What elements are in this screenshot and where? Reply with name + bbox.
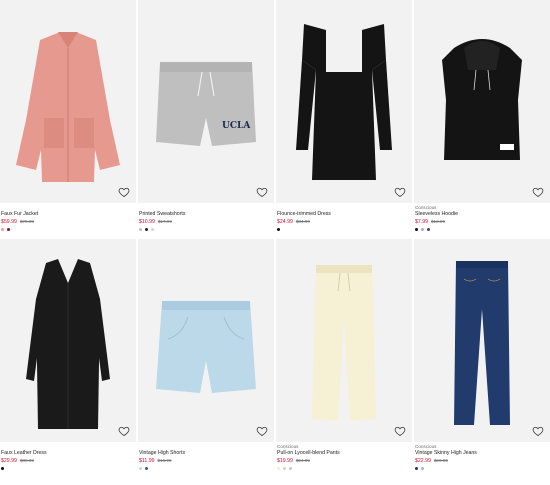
- color-swatch[interactable]: [139, 467, 142, 470]
- sale-price: $10.99: [139, 219, 155, 225]
- product-card[interactable]: Faux Fur Jacket $59.99 $79.99: [0, 0, 136, 238]
- heart-outline-icon[interactable]: [394, 186, 406, 198]
- original-price: $17.99: [157, 219, 172, 224]
- heart-outline-icon[interactable]: [256, 425, 268, 437]
- product-image-printed-sweatshorts[interactable]: UCLA: [138, 0, 274, 203]
- product-card[interactable]: Conscious Pull-on Lyocell-blend Pants $1…: [276, 239, 412, 477]
- color-swatch[interactable]: [415, 467, 418, 470]
- heart-outline-icon[interactable]: [394, 425, 406, 437]
- color-swatch[interactable]: [277, 228, 280, 231]
- color-swatches: [1, 228, 133, 232]
- product-card[interactable]: Conscious Vintage Skinny High Jeans $22.…: [414, 239, 550, 477]
- original-price: $34.99: [295, 219, 310, 224]
- color-swatches: [277, 467, 409, 471]
- product-title[interactable]: Faux Fur Jacket: [1, 211, 133, 218]
- color-swatch[interactable]: [1, 467, 4, 470]
- color-swatches: [277, 228, 409, 232]
- sale-price: $11.99: [139, 458, 155, 464]
- color-swatch[interactable]: [421, 228, 424, 231]
- color-swatch[interactable]: [7, 228, 10, 231]
- product-image-faux-fur-jacket[interactable]: [0, 0, 136, 203]
- color-swatch[interactable]: [289, 467, 292, 470]
- product-title[interactable]: Printed Sweatshorts: [139, 211, 271, 218]
- color-swatch[interactable]: [283, 467, 286, 470]
- product-image-vintage-high-shorts[interactable]: [138, 239, 274, 442]
- heart-outline-icon[interactable]: [118, 186, 130, 198]
- product-card[interactable]: Faux Leather Dress $29.99 $39.99: [0, 239, 136, 477]
- heart-outline-icon[interactable]: [118, 425, 130, 437]
- original-price: $16.99: [157, 458, 172, 463]
- heart-outline-icon[interactable]: [256, 186, 268, 198]
- color-swatch[interactable]: [151, 228, 154, 231]
- color-swatches: [139, 228, 271, 232]
- product-title[interactable]: Vintage Skinny High Jeans: [415, 450, 547, 457]
- sale-price: $7.99: [415, 219, 428, 225]
- color-swatch[interactable]: [145, 228, 148, 231]
- heart-outline-icon[interactable]: [532, 186, 544, 198]
- heart-outline-icon[interactable]: [532, 425, 544, 437]
- product-title[interactable]: Sleeveless Hoodie: [415, 211, 547, 218]
- original-price: $24.99: [295, 458, 310, 463]
- color-swatch[interactable]: [277, 467, 280, 470]
- sale-price: $24.99: [277, 219, 293, 225]
- product-card[interactable]: Conscious Sleeveless Hoodie $7.99 $12.99: [414, 0, 550, 238]
- product-image-faux-leather-dress[interactable]: [0, 239, 136, 442]
- original-price: $12.99: [430, 219, 446, 224]
- sale-price: $59.99: [1, 219, 17, 225]
- original-price: $79.99: [19, 219, 34, 224]
- product-title[interactable]: Vintage High Shorts: [139, 450, 271, 457]
- color-swatches: [139, 467, 271, 471]
- color-swatch[interactable]: [415, 228, 418, 231]
- original-price: $29.99: [433, 458, 448, 463]
- product-card[interactable]: Vintage High Shorts $11.99 $16.99: [138, 239, 274, 477]
- sale-price: $29.99: [1, 458, 17, 464]
- product-title[interactable]: Faux Leather Dress: [1, 450, 133, 457]
- product-image-sleeveless-hoodie[interactable]: [414, 0, 550, 203]
- product-image-flounce-trimmed-dress[interactable]: [276, 0, 412, 203]
- color-swatches: [415, 228, 547, 232]
- product-image-vintage-skinny-high-jeans[interactable]: [414, 239, 550, 442]
- product-image-pull-on-lyocell-blend-pants[interactable]: [276, 239, 412, 442]
- sale-price: $19.99: [277, 458, 293, 464]
- product-grid: Faux Fur Jacket $59.99 $79.99 UCLA Printe: [0, 0, 550, 477]
- color-swatches: [415, 467, 547, 471]
- color-swatch[interactable]: [139, 228, 142, 231]
- color-swatch[interactable]: [145, 467, 148, 470]
- product-card[interactable]: UCLA Printed Sweatshorts $10.99 $17.99: [138, 0, 274, 238]
- color-swatch[interactable]: [427, 228, 430, 231]
- product-title[interactable]: Flounce-trimmed Dress: [277, 211, 409, 218]
- color-swatches: [1, 467, 133, 471]
- product-title[interactable]: Pull-on Lyocell-blend Pants: [277, 450, 409, 457]
- product-card[interactable]: Flounce-trimmed Dress $24.99 $34.99: [276, 0, 412, 238]
- original-price: $39.99: [19, 458, 34, 463]
- sale-price: $22.99: [415, 458, 431, 464]
- svg-text:UCLA: UCLA: [222, 121, 251, 131]
- color-swatch[interactable]: [421, 467, 424, 470]
- color-swatch[interactable]: [1, 228, 4, 231]
